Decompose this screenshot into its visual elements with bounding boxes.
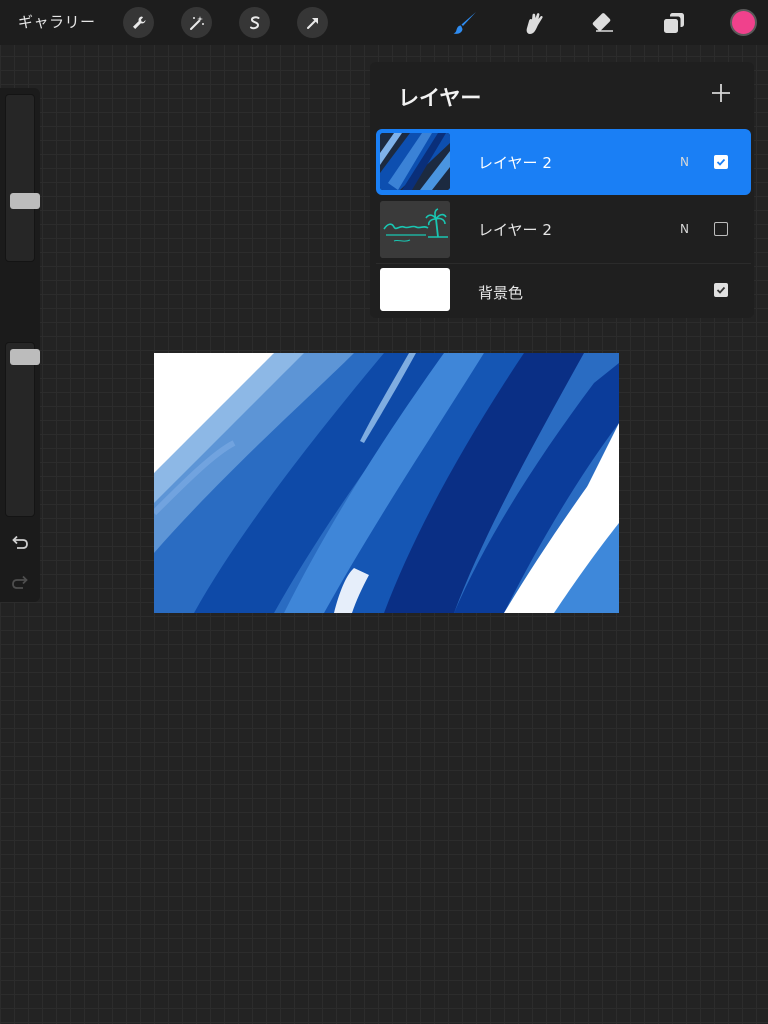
layer-row-background[interactable]: 背景色 — [376, 265, 751, 331]
left-sidebar — [0, 88, 40, 602]
canvas-artwork — [154, 353, 619, 613]
layers-panel-title: レイヤー — [398, 86, 482, 110]
brush-size-handle[interactable] — [10, 193, 40, 209]
layer-thumbnail — [380, 268, 450, 311]
blend-mode-button[interactable]: N — [680, 155, 689, 169]
blend-mode-button[interactable]: N — [680, 222, 689, 236]
visibility-checkbox[interactable] — [714, 283, 728, 297]
drawing-canvas[interactable] — [154, 353, 619, 613]
visibility-checkbox[interactable] — [714, 222, 728, 236]
opacity-slider[interactable] — [5, 342, 40, 517]
smudge-icon[interactable] — [519, 8, 549, 38]
top-toolbar: ギャラリー — [0, 0, 768, 45]
layer-row[interactable]: レイヤー 2 N — [376, 197, 751, 263]
color-picker-swatch[interactable] — [730, 9, 757, 36]
layer-name: レイヤー 2 — [478, 221, 552, 239]
wrench-icon[interactable] — [123, 7, 154, 38]
layer-thumbnail — [380, 201, 450, 258]
layer-name: レイヤー 2 — [478, 154, 552, 172]
eraser-icon[interactable] — [589, 8, 619, 38]
layer-thumbnail — [380, 133, 450, 190]
layer-name: 背景色 — [478, 284, 524, 302]
undo-icon[interactable] — [9, 532, 31, 554]
gallery-button[interactable]: ギャラリー — [18, 11, 96, 32]
layers-panel: レイヤー レイヤー 2 N レイヤー 2 N 背景色 — [370, 62, 754, 318]
redo-icon[interactable] — [9, 572, 31, 594]
visibility-checkbox[interactable] — [714, 155, 728, 169]
magic-wand-icon[interactable] — [181, 7, 212, 38]
opacity-handle[interactable] — [10, 349, 40, 365]
plus-icon[interactable] — [710, 82, 732, 104]
layer-divider — [376, 263, 751, 264]
transform-arrow-icon[interactable] — [297, 7, 328, 38]
layers-icon[interactable] — [659, 8, 689, 38]
brush-size-slider[interactable] — [5, 94, 40, 262]
selection-icon[interactable] — [239, 7, 270, 38]
brush-icon[interactable] — [450, 8, 480, 38]
layer-row-selected[interactable]: レイヤー 2 N — [376, 129, 751, 195]
